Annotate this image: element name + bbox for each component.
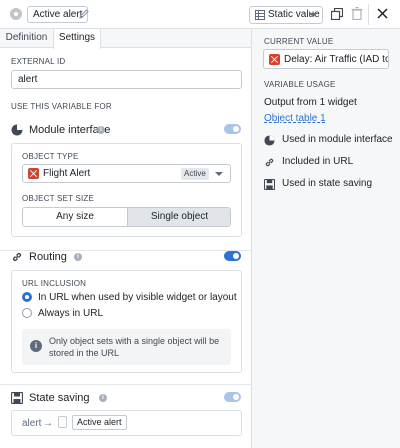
usage-label: Included in URL [282, 156, 354, 167]
external-id-input[interactable]: alert [11, 70, 242, 89]
external-id-label: EXTERNAL ID [11, 57, 66, 66]
state-saving-toggle[interactable] [224, 392, 241, 402]
routing-toggle[interactable] [224, 251, 241, 261]
status-badge: Active [181, 168, 209, 180]
info-icon: i [99, 394, 107, 402]
variable-usage-label: VARIABLE USAGE [264, 80, 336, 89]
radio-label: In URL when used by visible widget or la… [38, 292, 237, 303]
size-option-any[interactable]: Any size [23, 208, 127, 226]
tab-definition[interactable]: Definition [0, 29, 53, 48]
chevron-down-icon [309, 13, 317, 17]
variable-settings-icon [10, 8, 22, 20]
object-type-value: Flight Alert [43, 168, 91, 179]
copy-icon[interactable] [331, 8, 343, 20]
divider [0, 384, 251, 385]
static-value-dropdown[interactable]: Static value [249, 6, 323, 24]
info-panel: CURRENT VALUE Delay: Air Traffic (IAD to… [251, 29, 400, 448]
url-inclusion-label: URL INCLUSION [22, 279, 87, 288]
usage-label: Used in state saving [282, 178, 373, 189]
current-value-field[interactable]: Delay: Air Traffic (IAD to... [263, 49, 389, 69]
mapping-key: alert [22, 418, 42, 429]
close-icon[interactable] [377, 8, 388, 19]
usage-label: Used in module interface [282, 134, 393, 145]
output-text: Output from 1 widget [264, 97, 357, 108]
mapping-value: Active alert [72, 415, 127, 430]
module-interface-icon [264, 135, 275, 146]
size-option-single[interactable]: Single object [127, 208, 230, 226]
link-icon [12, 252, 22, 262]
divider [368, 4, 369, 25]
state-mapping: alert → Active alert [11, 410, 242, 436]
pencil-icon[interactable] [78, 8, 90, 20]
top-bar: Active alert Static value [0, 0, 400, 29]
trash-icon[interactable] [351, 7, 363, 20]
tab-settings[interactable]: Settings [53, 29, 101, 49]
link-icon [265, 158, 274, 167]
save-icon [11, 392, 23, 404]
info-icon: i [97, 126, 105, 134]
object-type-select[interactable]: Flight Alert Active [22, 164, 231, 183]
info-icon: i [30, 340, 42, 352]
callout-text: Only object sets with a single object wi… [49, 336, 220, 358]
use-for-label: USE THIS VARIABLE FOR [11, 102, 112, 111]
flight-alert-icon [28, 168, 39, 179]
save-icon [264, 179, 275, 190]
variable-icon [58, 416, 67, 428]
current-value-label: CURRENT VALUE [264, 37, 334, 46]
state-saving-title: State saving [29, 392, 90, 404]
radio-in-url-when-used[interactable] [22, 292, 32, 302]
tab-bar: Definition Settings [0, 29, 251, 49]
object-table-link[interactable]: Object table 1 [264, 113, 326, 124]
radio-label: Always in URL [38, 308, 104, 319]
radio-always-in-url[interactable] [22, 308, 32, 318]
table-icon [255, 10, 265, 20]
routing-title: Routing [29, 251, 67, 263]
object-type-label: OBJECT TYPE [22, 152, 79, 161]
object-set-size-label: OBJECT SET SIZE [22, 194, 95, 203]
arrow-right-icon: → [43, 418, 53, 429]
info-icon: i [74, 253, 82, 261]
flight-alert-icon [269, 54, 280, 65]
info-callout: i Only object sets with a single object … [22, 329, 231, 365]
current-value: Delay: Air Traffic (IAD to... [284, 54, 389, 65]
object-set-size-control: Any size Single object [22, 207, 231, 227]
chevron-down-icon [215, 172, 223, 176]
module-interface-icon [11, 124, 23, 136]
module-interface-toggle[interactable] [224, 124, 241, 134]
settings-panel: Definition Settings EXTERNAL ID alert US… [0, 29, 251, 448]
